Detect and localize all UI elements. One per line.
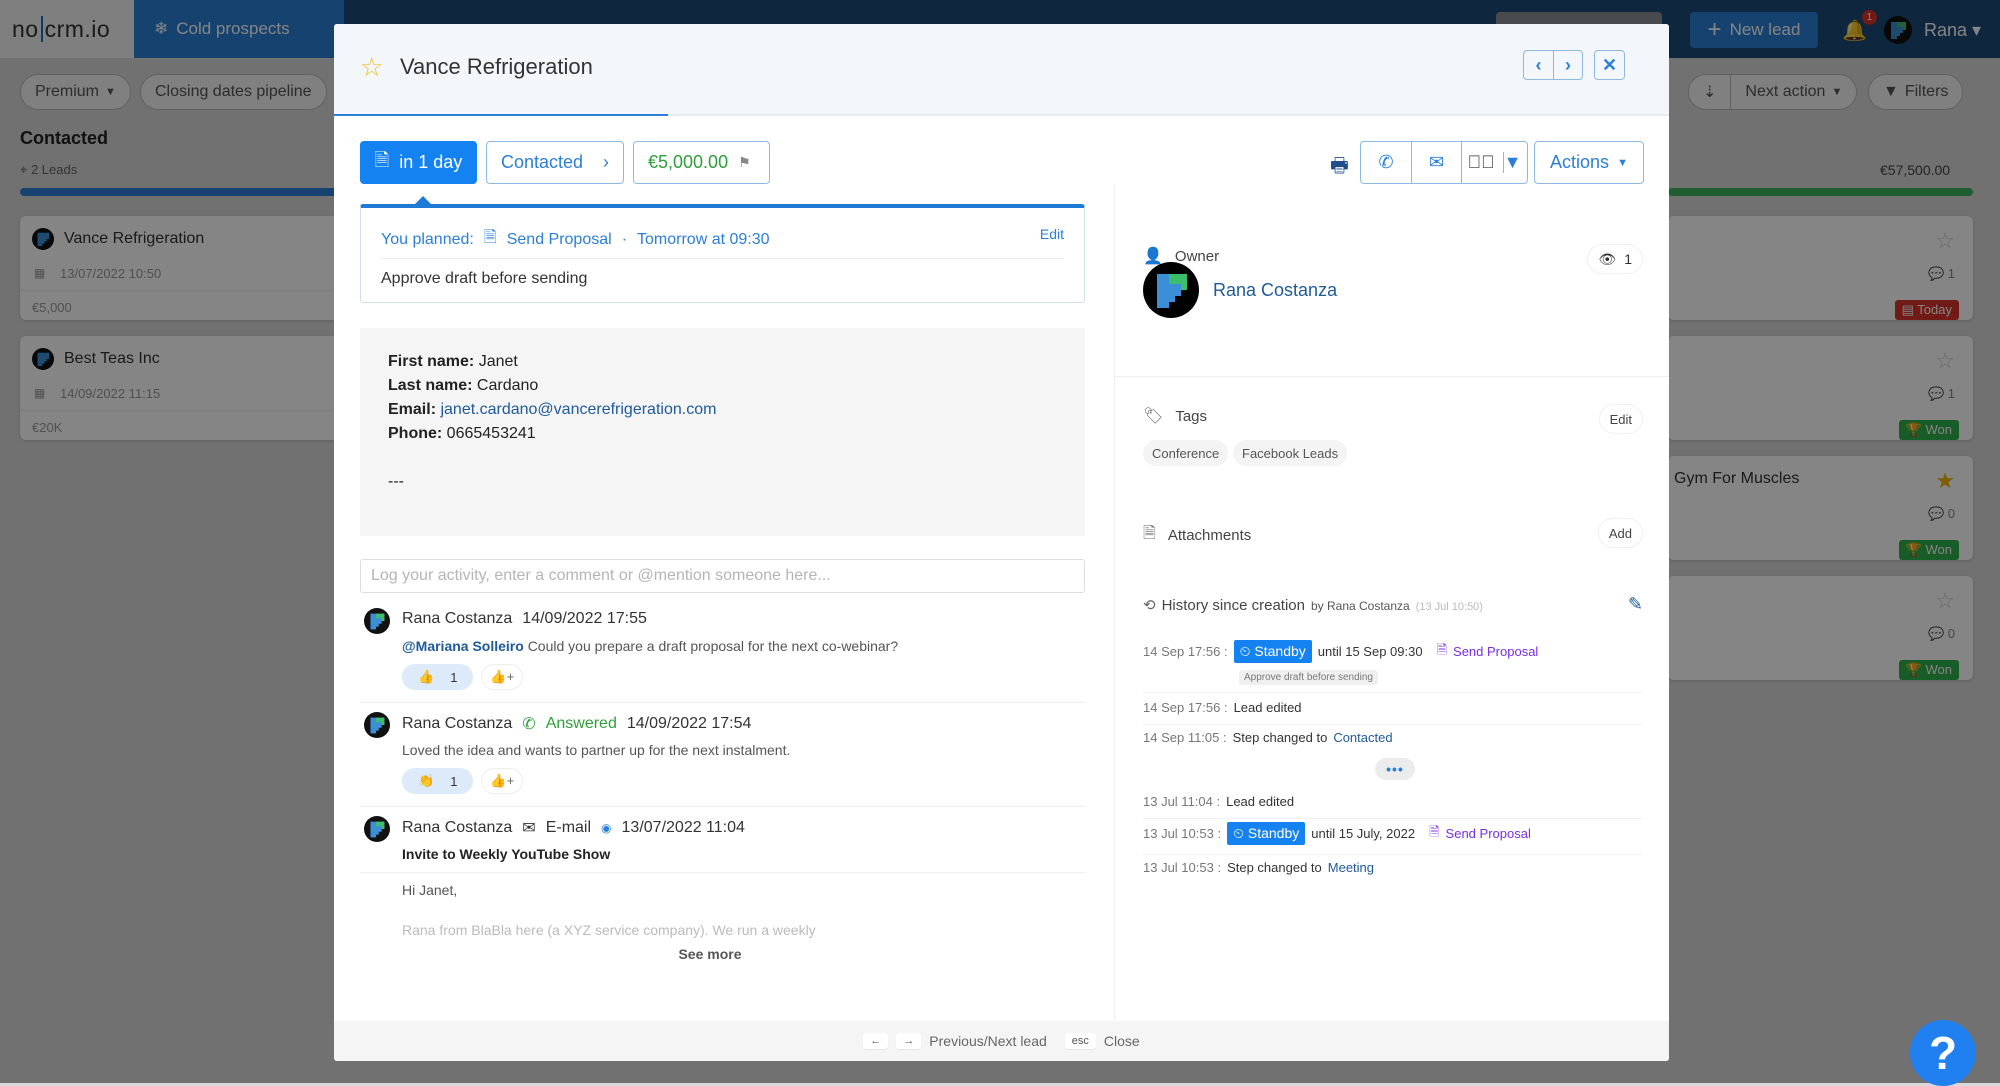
email-link[interactable]: janet.cardano@vancerefrigeration.com bbox=[440, 401, 716, 418]
comment-input[interactable] bbox=[360, 559, 1085, 593]
flag-icon: ⚑ bbox=[738, 154, 751, 171]
attachments-label: 🗎Attachments bbox=[1143, 522, 1251, 549]
eye-icon: 👁 bbox=[1598, 251, 1616, 268]
viewers-button[interactable]: 👁1 bbox=[1587, 244, 1643, 274]
next-action-button[interactable]: 🗎in 1 day bbox=[360, 141, 477, 184]
eye-icon: ◉ bbox=[601, 821, 611, 835]
history-note: Approve draft before sending bbox=[1239, 670, 1378, 685]
help-button[interactable]: ? bbox=[1910, 1020, 1976, 1086]
file-icon: 🗎 bbox=[1143, 522, 1156, 549]
header-progress bbox=[334, 114, 668, 116]
chevron-right-icon: › bbox=[603, 152, 609, 173]
amount-button[interactable]: €5,000.00⚑ bbox=[633, 141, 770, 184]
close-button[interactable]: ✕ bbox=[1594, 50, 1625, 80]
history-entry: 14 Sep 17:56 :⏲ Standbyuntil 15 Sep 09:3… bbox=[1143, 640, 1643, 663]
avatar bbox=[364, 712, 390, 738]
esc-key: esc bbox=[1065, 1033, 1096, 1049]
history-entry: 14 Sep 11:05 :Step changed toContacted bbox=[1143, 730, 1643, 745]
actions-dropdown[interactable]: Actions▼ bbox=[1534, 141, 1644, 184]
show-more-history-button[interactable]: ••• bbox=[1375, 758, 1415, 780]
tag[interactable]: Conference bbox=[1143, 440, 1228, 466]
tags-icon: 🏷 bbox=[1143, 406, 1163, 426]
modal-header: ☆ Vance Refrigeration ‹ › ✕ bbox=[334, 24, 1669, 116]
history-entry: 13 Jul 10:53 :⏲ Standbyuntil 15 July, 20… bbox=[1143, 822, 1643, 845]
tags-label: 🏷Tags bbox=[1143, 406, 1207, 426]
edit-tags-button[interactable]: Edit bbox=[1599, 404, 1643, 434]
mention-link[interactable]: @Mariana Solleiro bbox=[402, 638, 524, 654]
modal-footer: ← → Previous/Next lead esc Close bbox=[334, 1021, 1669, 1061]
email-icon[interactable]: ✉ bbox=[1411, 142, 1461, 183]
planned-note: Approve draft before sending bbox=[381, 270, 587, 288]
next-lead-button[interactable]: › bbox=[1553, 51, 1582, 79]
prev-key: ← bbox=[863, 1033, 888, 1049]
history-header: ⟲History since creationby Rana Costanza(… bbox=[1143, 596, 1483, 614]
task-dropdown[interactable]: ✓⃝▼ bbox=[1461, 142, 1527, 183]
activity-item: Rana Costanza✉E-mail◉13/07/2022 11:04 In… bbox=[360, 814, 1085, 954]
history-entry: 13 Jul 11:04 :Lead edited bbox=[1143, 794, 1643, 809]
history-icon: ⟲ bbox=[1143, 596, 1156, 614]
contact-tools: ✆ ✉ ✓⃝▼ bbox=[1360, 141, 1528, 184]
phone-icon: ✆ bbox=[522, 714, 535, 734]
star-icon[interactable]: ☆ bbox=[360, 52, 383, 83]
planned-action: You planned: 🗎 Send Proposal · Tomorrow … bbox=[360, 204, 1085, 303]
lead-navigation: ‹ › bbox=[1523, 50, 1583, 80]
previous-lead-button[interactable]: ‹ bbox=[1524, 51, 1553, 79]
lead-sidebar: 👤Owner 👁1 Rana Costanza 🏷Tags Edit Confe… bbox=[1114, 184, 1669, 1020]
phone-icon[interactable]: ✆ bbox=[1361, 142, 1411, 183]
document-icon: 🗎 bbox=[1429, 823, 1439, 845]
owner-avatar bbox=[1143, 262, 1199, 318]
document-icon: 🗎 bbox=[484, 226, 497, 253]
step-button[interactable]: Contacted› bbox=[486, 141, 624, 184]
lead-modal: ☆ Vance Refrigeration ‹ › ✕ 🗎in 1 day Co… bbox=[334, 24, 1669, 1061]
standby-badge: ⏲ Standby bbox=[1234, 640, 1312, 663]
planned-action-time: Tomorrow at 09:30 bbox=[637, 231, 770, 249]
avatar bbox=[364, 816, 390, 842]
edit-icon[interactable]: ✎ bbox=[1628, 594, 1643, 615]
history-entry: 13 Jul 10:53 :Step changed toMeeting bbox=[1143, 860, 1643, 875]
document-icon: 🗎 bbox=[375, 148, 389, 178]
next-key: → bbox=[896, 1033, 921, 1049]
tag[interactable]: Facebook Leads bbox=[1233, 440, 1347, 466]
add-reaction-button[interactable]: 👍+ bbox=[481, 768, 523, 794]
lead-description: First name: Janet Last name: Cardano Ema… bbox=[360, 328, 1085, 536]
owner-name[interactable]: Rana Costanza bbox=[1213, 280, 1337, 301]
history-entry: 14 Sep 17:56 :Lead edited bbox=[1143, 700, 1643, 715]
add-attachment-button[interactable]: Add bbox=[1598, 518, 1643, 548]
planned-action-name[interactable]: Send Proposal bbox=[507, 231, 612, 249]
reaction-button[interactable]: 👏1 bbox=[402, 768, 473, 794]
print-icon[interactable]: 🖶 bbox=[1330, 151, 1349, 185]
document-icon: 🗎 bbox=[1437, 641, 1447, 663]
add-reaction-button[interactable]: 👍+ bbox=[481, 664, 523, 690]
avatar bbox=[364, 608, 390, 634]
envelope-icon: ✉ bbox=[522, 818, 535, 838]
check-circle-icon: ✓⃝ bbox=[1468, 152, 1495, 173]
lead-title: Vance Refrigeration bbox=[400, 54, 593, 80]
activity-item: Rana Costanza14/09/2022 17:55 @Mariana S… bbox=[360, 606, 1085, 706]
edit-planned-button[interactable]: Edit bbox=[1040, 226, 1064, 242]
reaction-button[interactable]: 👍1 bbox=[402, 664, 473, 690]
standby-badge: ⏲ Standby bbox=[1227, 822, 1305, 845]
activity-item: Rana Costanza✆Answered14/09/2022 17:54 L… bbox=[360, 710, 1085, 810]
see-more-button[interactable]: See more bbox=[334, 946, 1086, 962]
